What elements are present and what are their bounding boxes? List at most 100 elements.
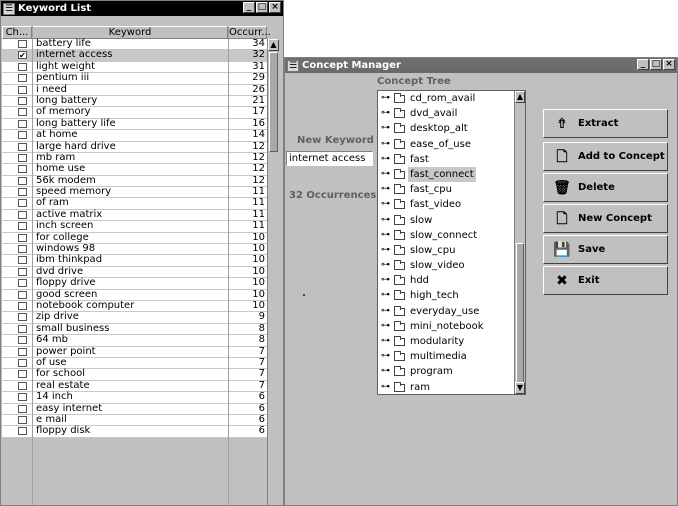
expand-handle-icon[interactable]: ⊶ <box>381 288 390 303</box>
expand-handle-icon[interactable]: ⊶ <box>381 182 390 197</box>
concept-node[interactable]: ⊶ slow <box>378 213 514 228</box>
concept-node[interactable]: ⊶ slow_video <box>378 258 514 273</box>
save-button[interactable]: 💾 Save <box>543 235 668 264</box>
concept-node[interactable]: ⊶ dvd_avail <box>378 106 514 121</box>
row-checkbox[interactable] <box>18 165 27 174</box>
minimize-button[interactable]: _ <box>637 59 649 70</box>
concept-manager-titlebar[interactable]: ☰ Concept Manager _ □ × <box>285 58 677 73</box>
row-checkbox[interactable] <box>18 347 27 356</box>
expand-handle-icon[interactable]: ⊶ <box>381 334 390 349</box>
concept-node[interactable]: ⊶ mini_notebook <box>378 319 514 334</box>
concept-node[interactable]: ⊶ fast_video <box>378 197 514 212</box>
concept-node[interactable]: ⊶ ease_of_use <box>378 137 514 152</box>
close-button[interactable]: × <box>269 2 281 13</box>
row-checkbox[interactable] <box>18 153 27 162</box>
new-concept-button[interactable]: 🗋 New Concept <box>543 204 668 233</box>
expand-handle-icon[interactable]: ⊶ <box>381 121 390 136</box>
row-checkbox[interactable] <box>18 393 27 402</box>
concept-node[interactable]: ⊶ modularity <box>378 334 514 349</box>
row-checkbox[interactable] <box>18 370 27 379</box>
expand-handle-icon[interactable]: ⊶ <box>381 273 390 288</box>
scroll-up-button[interactable]: ▲ <box>268 39 279 51</box>
concept-label: slow_cpu <box>410 244 456 256</box>
concept-node[interactable]: ⊶ program <box>378 364 514 379</box>
concept-node[interactable]: ⊶ fast_connect <box>378 166 514 182</box>
expand-handle-icon[interactable]: ⊶ <box>381 213 390 228</box>
exit-button[interactable]: ✖ Exit <box>543 266 668 295</box>
scroll-down-button[interactable]: ▼ <box>515 382 525 394</box>
column-header-check[interactable]: Ch... <box>2 26 32 39</box>
concept-node[interactable]: ⊶ desktop_alt <box>378 121 514 136</box>
scroll-up-button[interactable]: ▲ <box>515 91 525 103</box>
row-checkbox[interactable] <box>18 290 27 299</box>
row-checkbox[interactable] <box>18 324 27 333</box>
concept-node[interactable]: ⊶ fast <box>378 152 514 167</box>
scroll-thumb[interactable] <box>269 52 278 152</box>
row-checkbox[interactable] <box>18 381 27 390</box>
concept-node[interactable]: ⊶ fast_cpu <box>378 182 514 197</box>
expand-handle-icon[interactable]: ⊶ <box>381 228 390 243</box>
row-checkbox[interactable] <box>18 404 27 413</box>
expand-handle-icon[interactable]: ⊶ <box>381 380 390 394</box>
expand-handle-icon[interactable]: ⊶ <box>381 304 390 319</box>
row-checkbox[interactable] <box>18 108 27 117</box>
row-checkbox[interactable] <box>18 62 27 71</box>
expand-handle-icon[interactable]: ⊶ <box>381 137 390 152</box>
row-checkbox[interactable] <box>18 210 27 219</box>
row-checkbox[interactable] <box>18 142 27 151</box>
row-checkbox[interactable] <box>18 279 27 288</box>
expand-handle-icon[interactable]: ⊶ <box>381 167 390 182</box>
row-checkbox[interactable] <box>18 188 27 197</box>
row-checkbox[interactable] <box>18 85 27 94</box>
concept-node[interactable]: ⊶ slow_cpu <box>378 243 514 258</box>
row-checkbox[interactable] <box>18 119 27 128</box>
new-keyword-field[interactable]: internet access <box>286 151 373 166</box>
minimize-button[interactable]: _ <box>243 2 255 13</box>
row-checkbox[interactable] <box>18 267 27 276</box>
expand-handle-icon[interactable]: ⊶ <box>381 364 390 379</box>
scroll-thumb[interactable] <box>516 243 524 383</box>
expand-handle-icon[interactable]: ⊶ <box>381 152 390 167</box>
concept-tree-scrollbar[interactable]: ▲ ▼ <box>514 91 525 394</box>
row-checkbox[interactable] <box>18 74 27 83</box>
close-button[interactable]: × <box>663 59 675 70</box>
concept-node[interactable]: ⊶ high_tech <box>378 288 514 303</box>
maximize-button[interactable]: □ <box>256 2 268 13</box>
expand-handle-icon[interactable]: ⊶ <box>381 243 390 258</box>
concept-node[interactable]: ⊶ ram <box>378 380 514 394</box>
row-checkbox[interactable] <box>18 336 27 345</box>
extract-button[interactable]: ⇮ Extract <box>543 109 668 138</box>
row-checkbox[interactable] <box>18 222 27 231</box>
expand-handle-icon[interactable]: ⊶ <box>381 349 390 364</box>
expand-handle-icon[interactable]: ⊶ <box>381 319 390 334</box>
keyword-list-titlebar[interactable]: ☰ Keyword List _ □ × <box>1 1 283 16</box>
row-checkbox[interactable] <box>18 233 27 242</box>
concept-node[interactable]: ⊶ multimedia <box>378 349 514 364</box>
row-checkbox[interactable] <box>18 313 27 322</box>
keyword-list-scrollbar[interactable]: ▲ <box>267 39 279 505</box>
row-checkbox[interactable] <box>18 199 27 208</box>
row-checkbox[interactable] <box>18 96 27 105</box>
row-checkbox[interactable] <box>18 415 27 424</box>
add-to-concept-button[interactable]: 🗋 Add to Concept <box>543 142 668 171</box>
row-checkbox[interactable] <box>18 245 27 254</box>
expand-handle-icon[interactable]: ⊶ <box>381 91 390 106</box>
concept-node[interactable]: ⊶ slow_connect <box>378 228 514 243</box>
row-checkbox[interactable]: ✔ <box>18 51 27 60</box>
row-checkbox[interactable] <box>18 427 27 436</box>
concept-node[interactable]: ⊶ everyday_use <box>378 304 514 319</box>
row-checkbox[interactable] <box>18 256 27 265</box>
maximize-button[interactable]: □ <box>650 59 662 70</box>
expand-handle-icon[interactable]: ⊶ <box>381 258 390 273</box>
row-checkbox[interactable] <box>18 301 27 310</box>
occurrence-count: 6 <box>258 391 265 403</box>
row-checkbox[interactable] <box>18 176 27 185</box>
expand-handle-icon[interactable]: ⊶ <box>381 106 390 121</box>
concept-node[interactable]: ⊶ cd_rom_avail <box>378 91 514 106</box>
row-checkbox[interactable] <box>18 40 27 48</box>
row-checkbox[interactable] <box>18 358 27 367</box>
row-checkbox[interactable] <box>18 131 27 140</box>
expand-handle-icon[interactable]: ⊶ <box>381 197 390 212</box>
concept-node[interactable]: ⊶ hdd <box>378 273 514 288</box>
delete-button[interactable]: 🗑 Delete <box>543 173 668 202</box>
